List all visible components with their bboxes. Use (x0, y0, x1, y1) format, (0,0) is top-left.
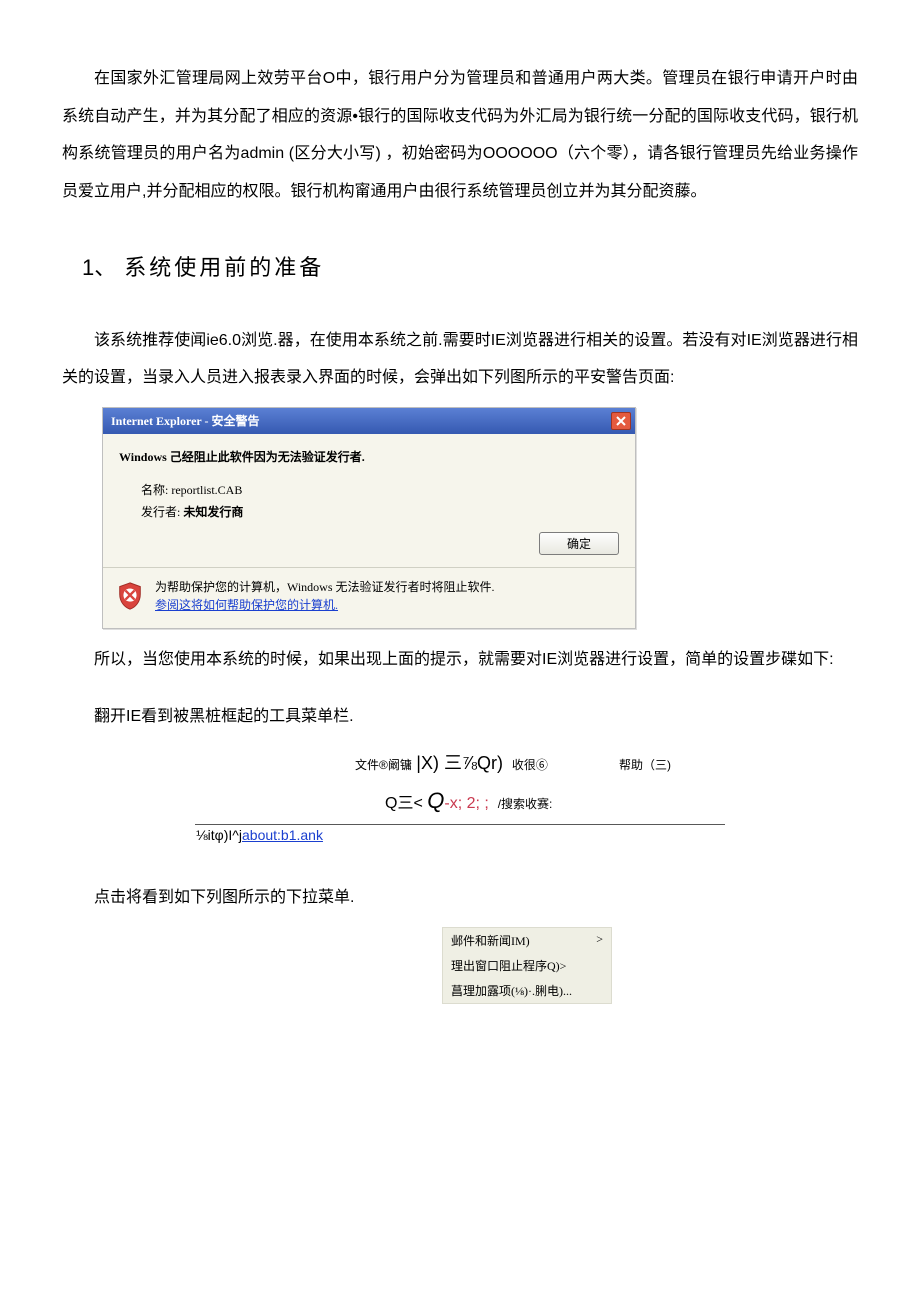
ie-row1b: |X) 三⅞Qr) (416, 753, 503, 773)
menu-popup-label: 理出窗口阻止程序Q)> (451, 957, 566, 974)
paragraph-4: 翻开IE看到被黑桩框起的工具菜单栏. (62, 698, 858, 736)
ie-file-label: 文件®阚镛 (355, 758, 412, 772)
heading-text: 系统使用前的准备 (124, 255, 324, 280)
ok-button[interactable]: 确定 (539, 532, 619, 555)
ie-address: ⅛itφ)I^jabout:b1.ank (194, 825, 726, 843)
intro-paragraph: 在国家外汇管理局网上效劳平台O中，银行用户分为管理员和普通用户两大类。管理员在银… (62, 60, 858, 210)
dialog-footer-link[interactable]: 参阅这将如何帮助保护您的计算机. (155, 598, 338, 612)
close-icon[interactable] (611, 412, 631, 430)
dialog-titlebar: Internet Explorer - 安全警告 (103, 408, 635, 434)
ie-row2c: -x; 2; ; (444, 795, 488, 812)
name-label: 名称: (141, 483, 168, 497)
name-value: reportlist.CAB (171, 483, 242, 497)
publisher-value: 未知发行商 (183, 505, 243, 519)
dropdown-menu: 邺件和新闻IM) > 理出窗口阻止程序Q)> 菖理加露项(⅛)·.脷电)... (442, 927, 612, 1004)
dialog-title-text: Internet Explorer - 安全警告 (111, 412, 260, 429)
security-dialog: Internet Explorer - 安全警告 Windows 己经阻止此软件… (102, 407, 636, 629)
heading-number: 1、 (82, 255, 116, 280)
ie-row2b: Q (427, 788, 444, 813)
dialog-footer-text: 为帮助保护您的计算机，Windows 无法验证发行者时将阻止软件. (155, 580, 495, 594)
menu-item-addon[interactable]: 菖理加露项(⅛)·.脷电)... (443, 978, 611, 1003)
shield-warning-icon (115, 581, 145, 611)
publisher-row: 发行者: 未知发行商 (141, 503, 625, 520)
ie-fav-label: 收很⑥ (512, 758, 548, 772)
menu-addon-label: 菖理加露项(⅛)·.脷电)... (451, 982, 572, 999)
paragraph-5: 点击将看到如下列图所示的下拉菜单. (62, 879, 858, 917)
menu-item-mail[interactable]: 邺件和新闻IM) > (443, 928, 611, 953)
ie-help-label: 帮助（三) (619, 758, 671, 772)
ie-address-link[interactable]: about:b1.ank (242, 827, 323, 843)
menu-item-popup[interactable]: 理出窗口阻止程序Q)> (443, 953, 611, 978)
paragraph-2: 该系统推荐使闻ie6.0浏览.器，在使用本系统之前.需要时IE浏览器进行相关的设… (62, 322, 858, 397)
section-heading: 1、系统使用前的准备 (82, 250, 858, 285)
name-row: 名称: reportlist.CAB (141, 481, 625, 498)
ie-row2a: Q三< (385, 795, 423, 812)
menu-mail-label: 邺件和新闻IM) (451, 932, 530, 949)
ie-address-prefix: ⅛itφ)I^j (196, 827, 242, 843)
publisher-label: 发行者: (141, 505, 180, 519)
paragraph-3: 所以，当您使用本系统的时候，如果出现上面的提示，就需要对IE浏览器进行设置，简单… (62, 641, 858, 679)
ie-menubar: 文件®阚镛 |X) 三⅞Qr) 收很⑥ 帮助（三) Q三< Q-x; 2; ; … (195, 746, 725, 822)
chevron-right-icon: > (596, 932, 603, 949)
dialog-footer: 为帮助保护您的计算机，Windows 无法验证发行者时将阻止软件. 参阅这将如何… (155, 578, 495, 614)
ie-search-label: /搜索收赛: (498, 797, 553, 811)
dialog-message: Windows 己经阻止此软件因为无法验证发行者. (119, 448, 625, 465)
